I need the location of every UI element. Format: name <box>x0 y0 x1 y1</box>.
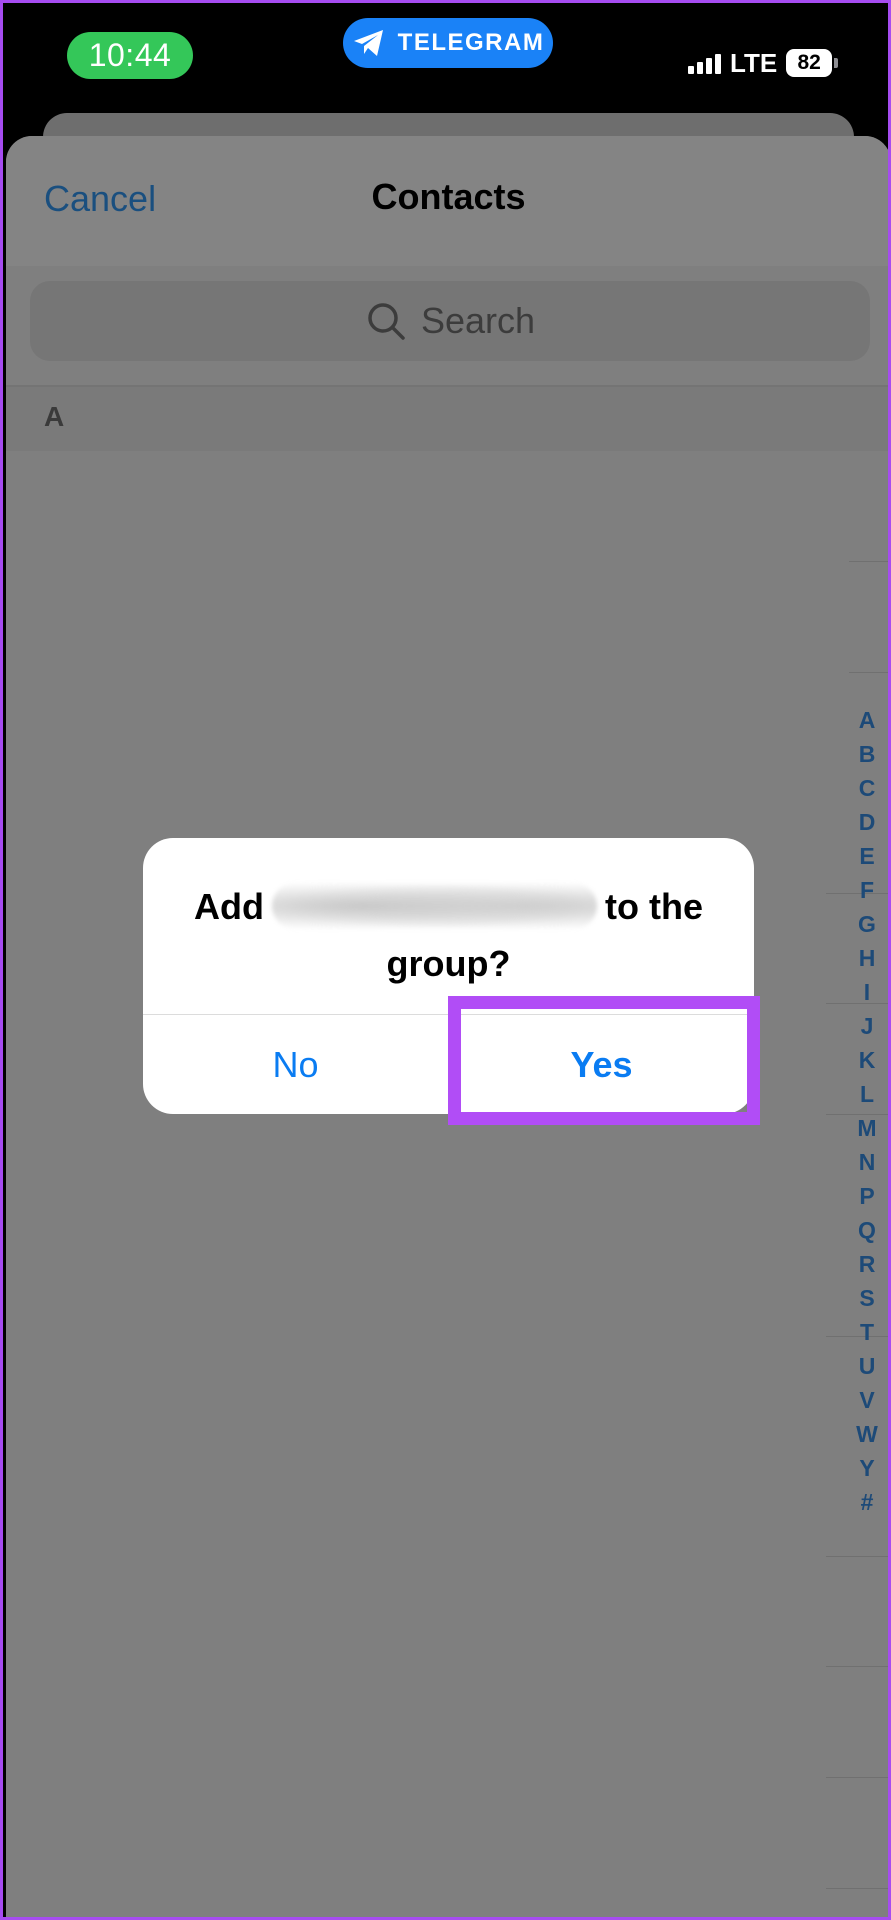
status-indicators: LTE 82 <box>688 47 839 79</box>
screen: 10:44 TELEGRAM LTE 82 Cancel Contacts Se… <box>0 0 891 1920</box>
battery-level: 82 <box>786 49 833 77</box>
alert-message-prefix: Add <box>194 886 264 927</box>
alphabet-index-letter[interactable]: E <box>859 839 874 873</box>
alphabet-index-letter[interactable]: G <box>858 907 876 941</box>
alphabet-index-letter[interactable]: L <box>860 1077 874 1111</box>
alphabet-index-letter[interactable]: W <box>856 1417 878 1451</box>
search-icon <box>368 303 405 340</box>
alphabet-index-letter[interactable]: # <box>861 1485 874 1519</box>
section-letter: A <box>44 401 65 432</box>
navigation-bar: Cancel Contacts <box>6 136 888 266</box>
alert-message: Add to the group? <box>143 878 754 992</box>
page-title: Contacts <box>371 176 526 217</box>
yes-button-highlight <box>448 996 760 1125</box>
alphabet-index-letter[interactable]: B <box>859 737 876 771</box>
alphabet-index-letter[interactable]: N <box>859 1145 876 1179</box>
search-placeholder: Search <box>420 300 536 341</box>
alphabet-index-letter[interactable]: T <box>860 1315 874 1349</box>
row-separator <box>849 561 888 562</box>
alphabet-index-letter[interactable]: C <box>859 771 876 805</box>
blurred-contact-name <box>272 883 597 929</box>
search-input[interactable]: Search <box>30 281 870 361</box>
row-separator <box>849 672 888 673</box>
row-separator <box>826 1777 888 1778</box>
alphabet-index-letter[interactable]: J <box>861 1009 874 1043</box>
telegram-label: TELEGRAM <box>397 29 545 56</box>
section-header: A <box>6 387 888 451</box>
status-time: 10:44 <box>67 32 193 79</box>
row-separator <box>826 1556 888 1557</box>
alphabet-index-letter[interactable]: Q <box>858 1213 876 1247</box>
alphabet-index-letter[interactable]: A <box>859 703 876 737</box>
alphabet-index-letter[interactable]: F <box>860 873 874 907</box>
alphabet-index-letter[interactable]: M <box>857 1111 876 1145</box>
battery-icon: 82 <box>786 49 839 77</box>
row-separator <box>826 1888 888 1889</box>
telegram-app-pill[interactable]: TELEGRAM <box>343 18 553 68</box>
alphabet-index-letter[interactable]: R <box>859 1247 876 1281</box>
no-button[interactable]: No <box>143 1015 448 1114</box>
alert-message-line2: group? <box>386 943 511 984</box>
alphabet-index-letter[interactable]: D <box>859 805 876 839</box>
alphabet-index-letter[interactable]: U <box>859 1349 876 1383</box>
cellular-signal-icon <box>688 52 721 74</box>
alphabet-index[interactable]: A B C D E F G H I J K L M N P Q R S T U V W Y # <box>847 703 887 1519</box>
alphabet-index-letter[interactable]: P <box>859 1179 874 1213</box>
network-type: LTE <box>730 47 778 78</box>
alphabet-index-letter[interactable]: V <box>859 1383 874 1417</box>
alphabet-index-letter[interactable]: S <box>859 1281 874 1315</box>
alphabet-index-letter[interactable]: K <box>859 1043 876 1077</box>
row-separator <box>826 1666 888 1667</box>
alphabet-index-letter[interactable]: Y <box>859 1451 874 1485</box>
telegram-plane-icon <box>353 30 383 56</box>
alert-message-suffix: to the <box>605 886 703 927</box>
alphabet-index-letter[interactable]: I <box>864 975 870 1009</box>
alphabet-index-letter[interactable]: H <box>859 941 876 975</box>
